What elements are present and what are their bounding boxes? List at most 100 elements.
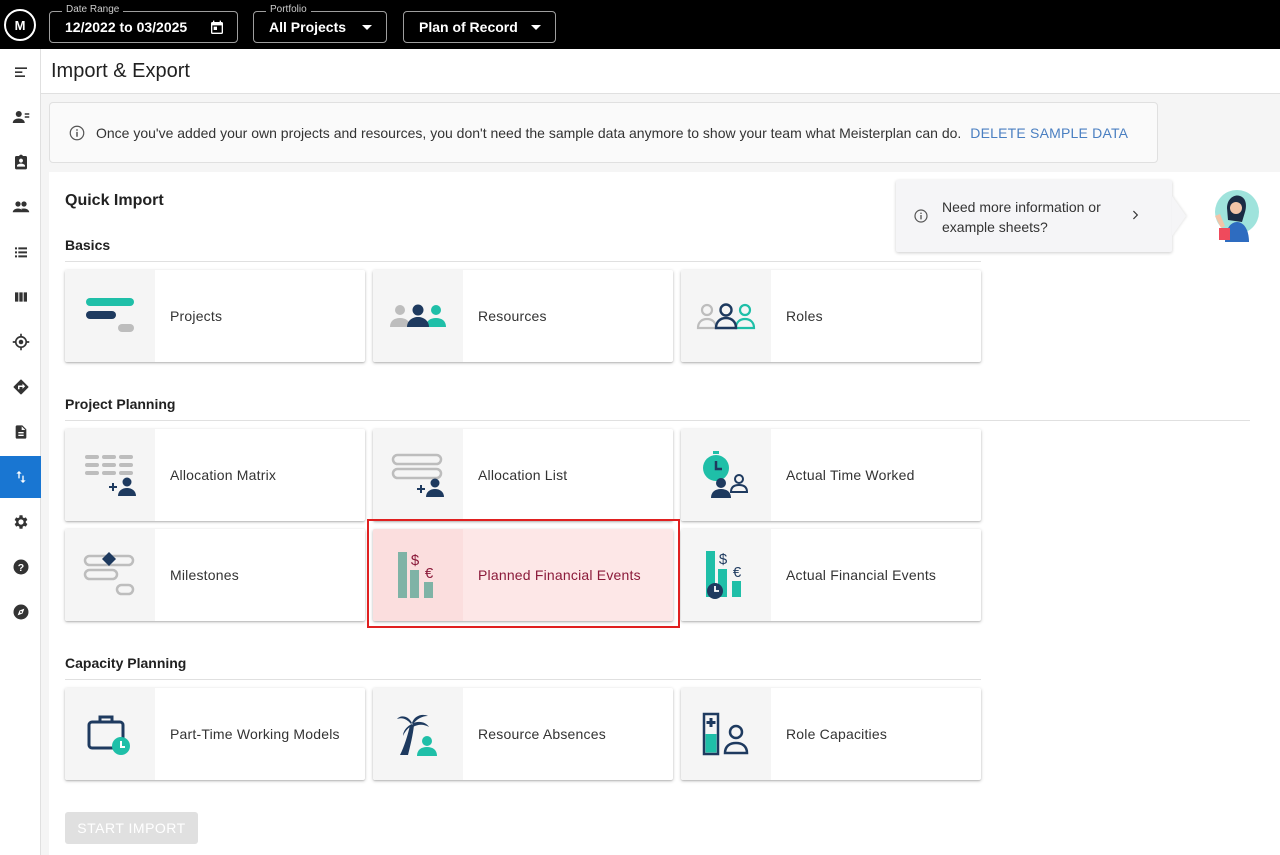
- quick-import-title: Quick Import: [65, 192, 164, 209]
- route-icon: [13, 379, 28, 395]
- left-sidebar: ?: [0, 49, 41, 855]
- columns-icon: [14, 292, 27, 302]
- compass-icon: [13, 604, 28, 620]
- resource-absences-icon: [397, 714, 437, 756]
- section-title-project-planning: Project Planning: [65, 396, 176, 412]
- tile-label: Allocation List: [478, 467, 568, 483]
- badge-icon: [14, 154, 27, 170]
- info-icon: [914, 209, 928, 223]
- tile-icon-box: [373, 688, 463, 780]
- menu-icon: [14, 67, 27, 77]
- list-icon: [14, 247, 27, 258]
- allocation-matrix-icon: [85, 455, 136, 496]
- tile-projects[interactable]: Projects: [65, 270, 365, 362]
- actual-time-worked-icon: [703, 451, 749, 498]
- sidebar-item-columns[interactable]: [0, 277, 41, 317]
- tile-icon-box: [373, 270, 463, 362]
- tile-actual-financial-events[interactable]: $ € Actual Financial Events: [681, 529, 981, 621]
- date-range-field[interactable]: Date Range 12/2022 to 03/2025: [49, 4, 238, 43]
- date-range-label: Date Range: [62, 4, 124, 16]
- team-icon: [12, 201, 29, 213]
- tile-icon-box: $ €: [681, 529, 771, 621]
- tile-resources[interactable]: Resources: [373, 270, 673, 362]
- help-icon: ?: [13, 559, 28, 575]
- page-header: Import & Export: [41, 49, 1280, 94]
- tile-label: Actual Time Worked: [786, 467, 915, 483]
- tile-role-capacities[interactable]: Role Capacities: [681, 688, 981, 780]
- tile-icon-box: [65, 529, 155, 621]
- sidebar-item-help[interactable]: ?: [0, 547, 41, 587]
- banner-message: Once you've added your own projects and …: [96, 124, 962, 141]
- sidebar-item-import-export[interactable]: [0, 456, 41, 498]
- roles-icon: [696, 303, 756, 330]
- svg-text:€: €: [733, 564, 742, 581]
- section-title-basics: Basics: [65, 237, 111, 253]
- sidebar-item-team[interactable]: [0, 187, 41, 227]
- tile-allocation-matrix[interactable]: Allocation Matrix: [65, 429, 365, 521]
- sidebar-item-list[interactable]: [0, 232, 41, 272]
- resources-icon: [12, 111, 29, 123]
- tile-label: Resource Absences: [478, 726, 606, 742]
- tile-allocation-list[interactable]: Allocation List: [373, 429, 673, 521]
- chevron-down-icon: [531, 25, 541, 30]
- tile-icon-box: [65, 270, 155, 362]
- tile-label: Role Capacities: [786, 726, 888, 742]
- allocation-list-icon: [391, 453, 444, 497]
- settings-icon: [14, 515, 27, 529]
- chevron-right-icon[interactable]: [1128, 208, 1142, 222]
- section-divider: [65, 679, 981, 680]
- section-divider: [65, 261, 981, 262]
- tile-icon-box: [681, 270, 771, 362]
- tile-icon-box: [65, 688, 155, 780]
- part-time-working-models-icon: [87, 715, 130, 755]
- sample-data-banner: Once you've added your own projects and …: [49, 102, 1158, 163]
- calendar-icon: [211, 20, 223, 34]
- role-capacities-icon: [702, 712, 749, 756]
- tile-part-time-working-models[interactable]: Part-Time Working Models: [65, 688, 365, 780]
- tile-milestones[interactable]: Milestones: [65, 529, 365, 621]
- sidebar-item-badge[interactable]: [0, 142, 41, 182]
- meisterplan-logo[interactable]: M: [4, 9, 36, 41]
- sidebar-item-document[interactable]: [0, 412, 41, 452]
- sidebar-item-menu[interactable]: [0, 52, 41, 92]
- page-title: Import & Export: [51, 60, 190, 82]
- tile-label: Milestones: [170, 567, 239, 583]
- start-import-button[interactable]: START IMPORT: [65, 812, 198, 844]
- info-card[interactable]: Need more information or example sheets?: [896, 180, 1172, 252]
- tile-icon-box: [681, 429, 771, 521]
- date-range-value: 12/2022 to 03/2025: [65, 19, 188, 35]
- svg-text:?: ?: [17, 562, 23, 574]
- assistant-avatar: [1215, 190, 1259, 242]
- tile-icon-box: [65, 429, 155, 521]
- selection-highlight: [367, 519, 680, 628]
- resources-icon: [390, 304, 446, 327]
- portfolio-value: All Projects: [269, 19, 347, 35]
- sidebar-item-target[interactable]: [0, 322, 41, 362]
- top-bar: M Date Range 12/2022 to 03/2025 Portfoli…: [0, 0, 1280, 49]
- milestones-icon: [83, 552, 135, 596]
- tile-label: Resources: [478, 308, 547, 324]
- tile-resource-absences[interactable]: Resource Absences: [373, 688, 673, 780]
- target-icon: [12, 333, 29, 351]
- tile-icon-box: [681, 688, 771, 780]
- tile-label: Actual Financial Events: [786, 567, 937, 583]
- tile-label: Part-Time Working Models: [170, 726, 340, 742]
- delete-sample-data-link[interactable]: DELETE SAMPLE DATA: [970, 125, 1128, 141]
- section-divider: [65, 420, 1250, 421]
- portfolio-label: Portfolio: [266, 4, 311, 16]
- info-card-text: Need more information or example sheets?: [942, 199, 1101, 235]
- sidebar-item-settings[interactable]: [0, 502, 41, 542]
- tile-label: Roles: [786, 308, 823, 324]
- document-icon: [15, 425, 26, 439]
- sidebar-item-resources[interactable]: [0, 97, 41, 137]
- svg-text:$: $: [719, 551, 728, 568]
- portfolio-select[interactable]: Portfolio All Projects: [253, 4, 387, 43]
- tile-roles[interactable]: Roles: [681, 270, 981, 362]
- tile-actual-time-worked[interactable]: Actual Time Worked: [681, 429, 981, 521]
- sidebar-item-compass[interactable]: [0, 592, 41, 632]
- actual-financial-events-icon: $ €: [706, 551, 742, 599]
- tile-icon-box: [373, 429, 463, 521]
- sidebar-item-route[interactable]: [0, 367, 41, 407]
- scenario-select[interactable]: Plan of Record: [403, 11, 556, 43]
- section-title-capacity-planning: Capacity Planning: [65, 655, 187, 671]
